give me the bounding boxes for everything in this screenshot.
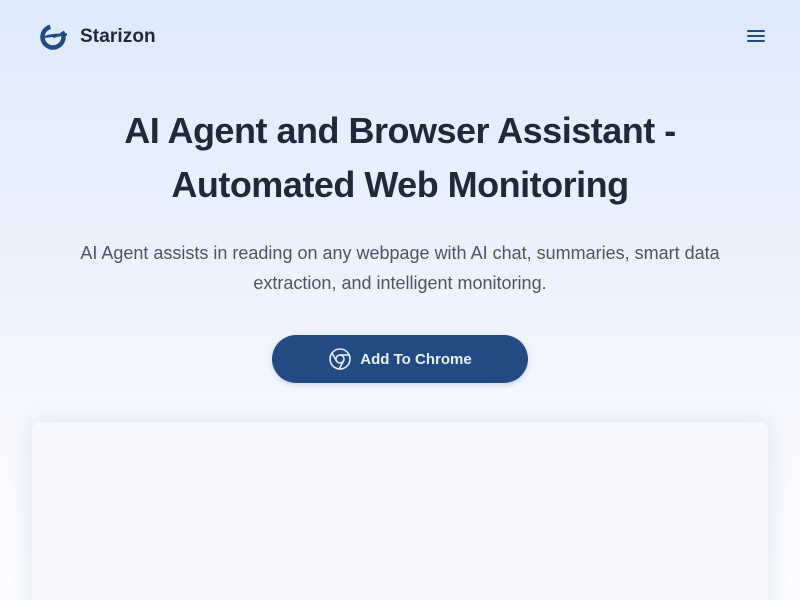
site-header: Starizon [0, 0, 800, 72]
hero-title: AI Agent and Browser Assistant - Automat… [124, 110, 676, 205]
add-to-chrome-button[interactable]: Add To Chrome [272, 335, 528, 383]
chrome-icon [329, 348, 352, 370]
product-preview-panel [32, 422, 768, 600]
hero-subtitle: AI Agent assists in reading on any webpa… [80, 243, 720, 293]
brand-name: Starizon [80, 26, 156, 47]
brand-link[interactable]: Starizon [38, 22, 156, 52]
starizon-logo-icon [40, 24, 68, 50]
menu-button[interactable] [742, 24, 770, 48]
hero-section: AI Agent and Browser Assistant - Automat… [0, 104, 800, 298]
add-to-chrome-label: Add To Chrome [360, 350, 472, 368]
hamburger-menu-icon [747, 30, 765, 42]
